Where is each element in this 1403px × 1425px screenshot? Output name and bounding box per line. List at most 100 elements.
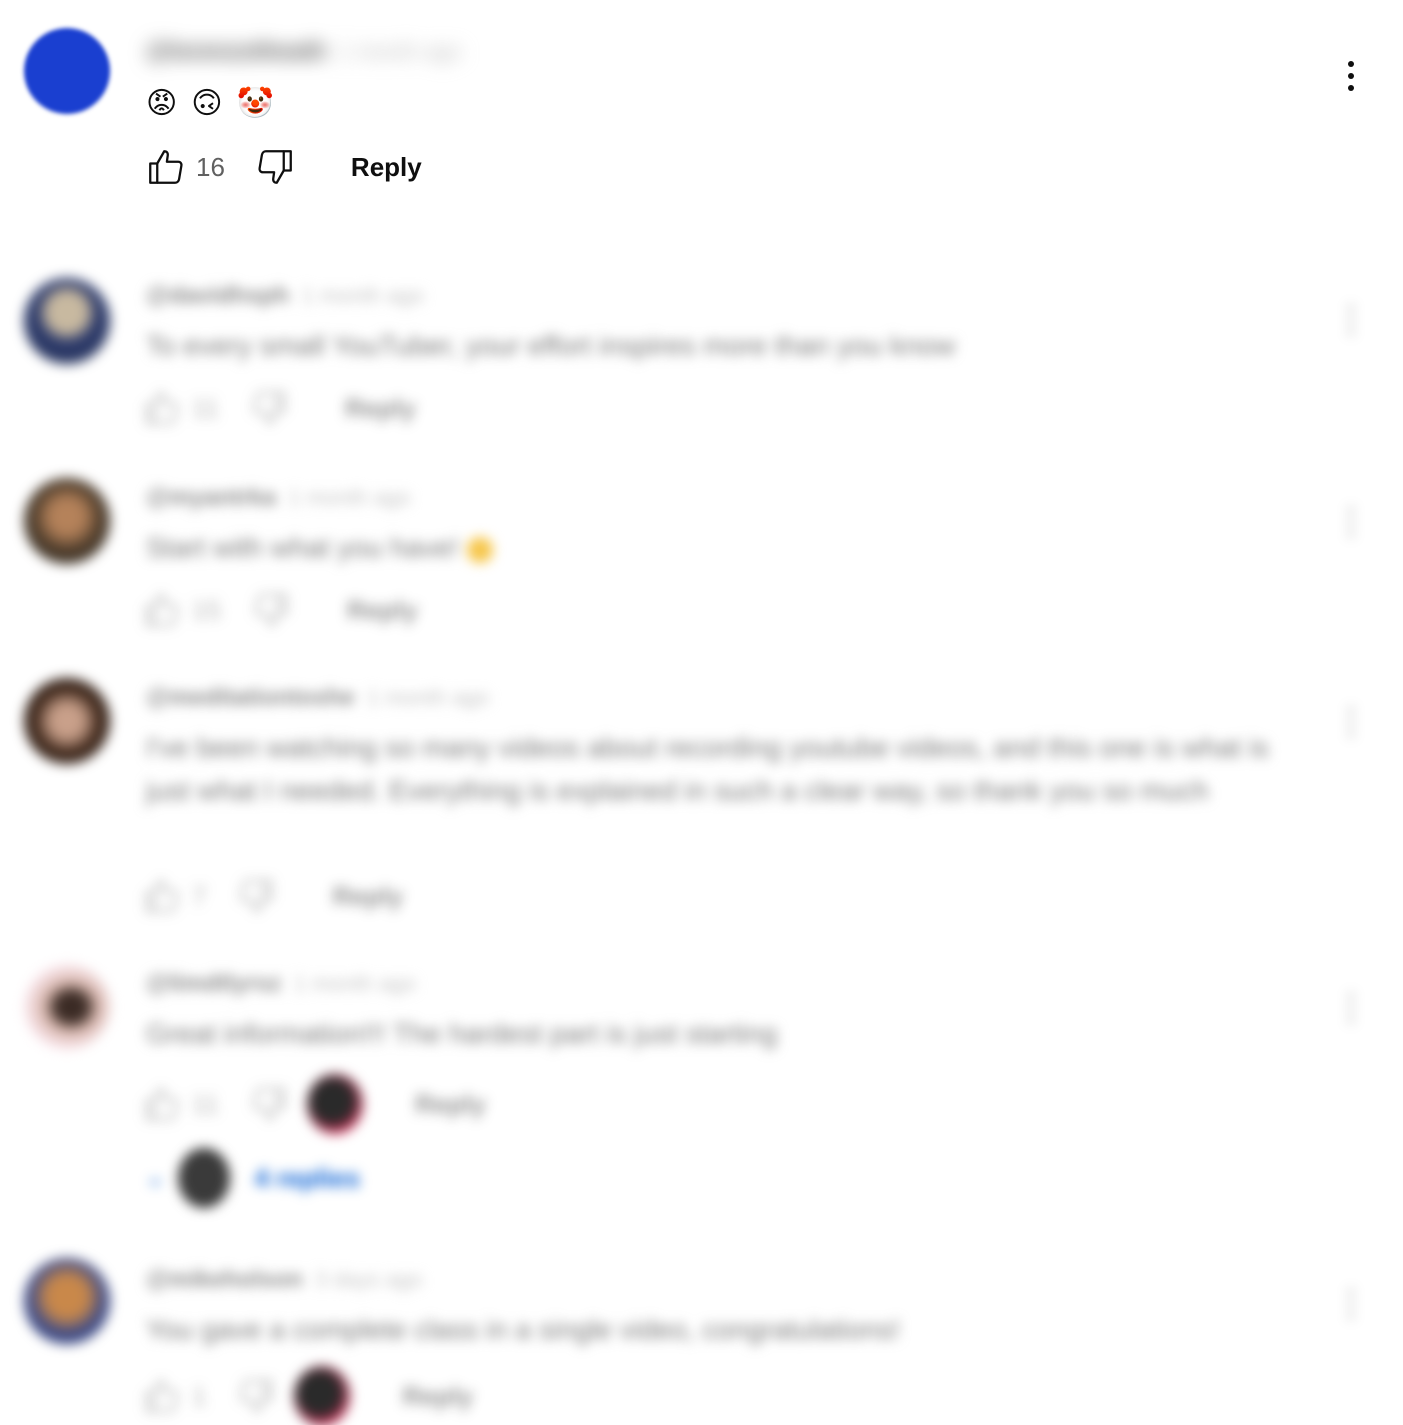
creator-heart-avatar: [294, 1366, 351, 1425]
comment-text-content: Start with what you have!: [146, 532, 459, 563]
timestamp[interactable]: 1 month ago: [301, 283, 423, 309]
emoji-clown: 🤡: [236, 87, 274, 120]
like-button[interactable]: [138, 1372, 186, 1420]
thumb-down-icon: [255, 593, 288, 627]
thumb-down-icon: [253, 391, 286, 425]
reply-button[interactable]: Reply: [347, 595, 418, 626]
thumb-down-icon: [253, 1087, 286, 1121]
more-options-button[interactable]: [1339, 290, 1363, 350]
more-vert-icon: [1348, 61, 1354, 67]
comment-actions: 11 Reply: [138, 1074, 486, 1134]
thumb-up-icon: [145, 593, 178, 627]
more-options-button[interactable]: [1339, 692, 1363, 752]
author-name[interactable]: @meditationtoshe: [146, 684, 355, 712]
like-count: 1: [192, 1380, 207, 1411]
dislike-button[interactable]: [232, 872, 280, 920]
more-vert-icon: [1348, 707, 1354, 713]
timestamp[interactable]: 1 month ago: [293, 971, 415, 997]
like-button[interactable]: [138, 872, 186, 920]
reply-button[interactable]: Reply: [345, 393, 416, 424]
reply-button[interactable]: Reply: [351, 152, 422, 183]
more-vert-icon-dot-3: [1348, 1017, 1354, 1023]
more-vert-icon-dot-3: [1348, 329, 1354, 335]
dislike-button[interactable]: [232, 1372, 280, 1420]
dislike-button[interactable]: [251, 143, 299, 191]
reply-author-avatar: [178, 1148, 231, 1208]
comment-text: To every small YouTuber, your effort ins…: [146, 330, 956, 361]
comment-thread-6: @mikeholson 3 days ago You gave a comple…: [0, 1244, 1403, 1425]
thumb-up-icon: [145, 879, 178, 913]
more-vert-icon-dot-2: [1348, 1005, 1354, 1011]
comment-actions: 15 Reply: [138, 586, 418, 634]
more-vert-icon: [1348, 507, 1354, 513]
dislike-button[interactable]: [245, 384, 293, 432]
reply-button[interactable]: Reply: [415, 1089, 486, 1120]
replies-count-label: 4 replies: [254, 1162, 360, 1193]
author-name[interactable]: @davidhsph: [146, 282, 289, 310]
avatar[interactable]: [24, 28, 110, 114]
thumb-up-icon: [145, 1379, 178, 1413]
more-vert-icon-dot-2: [1348, 719, 1354, 725]
more-vert-icon-dot-3: [1348, 531, 1354, 537]
more-vert-icon-dot-3: [1348, 731, 1354, 737]
sparkle-emoji: [466, 536, 493, 563]
author-name[interactable]: @mikeholson: [146, 1266, 303, 1294]
avatar[interactable]: [24, 278, 110, 364]
more-options-button[interactable]: [1339, 978, 1363, 1038]
author-name[interactable]: @myantrka: [146, 484, 276, 512]
comment-header: @myantrka 1 month ago: [146, 484, 410, 512]
comment-header: @limdtlyrsz 1 month ago: [146, 970, 416, 998]
thumb-down-icon: [240, 1379, 273, 1413]
timestamp[interactable]: 1 month ago: [288, 485, 410, 511]
avatar[interactable]: [24, 478, 110, 564]
emoji-row: 😡 🙃 🤡: [146, 86, 274, 122]
more-vert-icon: [1348, 305, 1354, 311]
comment-actions: 11 Reply: [138, 384, 416, 432]
comment-text: Great information!!! The hardest part is…: [146, 1018, 778, 1049]
timestamp[interactable]: 1 month ago: [339, 39, 461, 65]
more-vert-icon-dot-2: [1348, 73, 1354, 79]
dislike-button[interactable]: [245, 1080, 293, 1128]
like-button[interactable]: [142, 143, 190, 191]
like-count: 7: [192, 880, 207, 911]
reply-button[interactable]: Reply: [402, 1381, 473, 1412]
avatar[interactable]: [24, 1258, 110, 1344]
more-options-button[interactable]: [1339, 492, 1363, 552]
more-vert-icon-dot-3: [1348, 1313, 1354, 1319]
like-button[interactable]: [138, 1080, 186, 1128]
like-count: 15: [192, 594, 221, 625]
comment-thread-1: @lorenzotheath 1 month ago 😡 🙃 🤡 16 Repl…: [0, 0, 1403, 230]
author-name[interactable]: @limdtlyrsz: [146, 970, 281, 998]
reply-button[interactable]: Reply: [332, 881, 403, 912]
comment-thread-5: @limdtlyrsz 1 month ago Great informatio…: [0, 948, 1403, 1218]
more-options-button[interactable]: [1339, 46, 1363, 106]
comment-thread-3: @myantrka 1 month ago Start with what yo…: [0, 462, 1403, 642]
like-count: 16: [196, 151, 225, 182]
comment-actions: 7 Reply: [138, 872, 403, 920]
comment-text: I've been watching so many videos about …: [146, 732, 1269, 806]
avatar[interactable]: [24, 678, 110, 764]
timestamp[interactable]: 3 days ago: [315, 1267, 423, 1293]
emoji-upside-down: 🙃: [191, 87, 223, 120]
author-name[interactable]: @lorenzotheath: [146, 38, 327, 66]
thumb-up-icon: [145, 391, 178, 425]
more-vert-icon-dot-2: [1348, 317, 1354, 323]
comment-text: Start with what you have!: [146, 526, 1296, 569]
avatar[interactable]: [24, 964, 110, 1050]
comment-text: You gave a complete class in a single vi…: [146, 1314, 900, 1345]
chevron-down-icon: ⌄: [146, 1165, 165, 1190]
like-button[interactable]: [138, 384, 186, 432]
view-replies-button[interactable]: ⌄ 4 replies: [146, 1148, 360, 1208]
more-vert-icon-dot-2: [1348, 1301, 1354, 1307]
comment-header: @davidhsph 1 month ago: [146, 282, 424, 310]
like-count: 11: [192, 1088, 219, 1119]
comment-thread-2: @davidhsph 1 month ago To every small Yo…: [0, 260, 1403, 440]
thumb-down-icon: [258, 150, 292, 184]
comment-header: @meditationtoshe 1 month ago: [146, 684, 489, 712]
dislike-button[interactable]: [247, 586, 295, 634]
like-button[interactable]: [138, 586, 186, 634]
more-options-button[interactable]: [1339, 1274, 1363, 1334]
timestamp[interactable]: 1 month ago: [367, 685, 489, 711]
thumb-up-icon: [145, 1087, 178, 1121]
more-vert-icon-dot-3: [1348, 85, 1354, 91]
